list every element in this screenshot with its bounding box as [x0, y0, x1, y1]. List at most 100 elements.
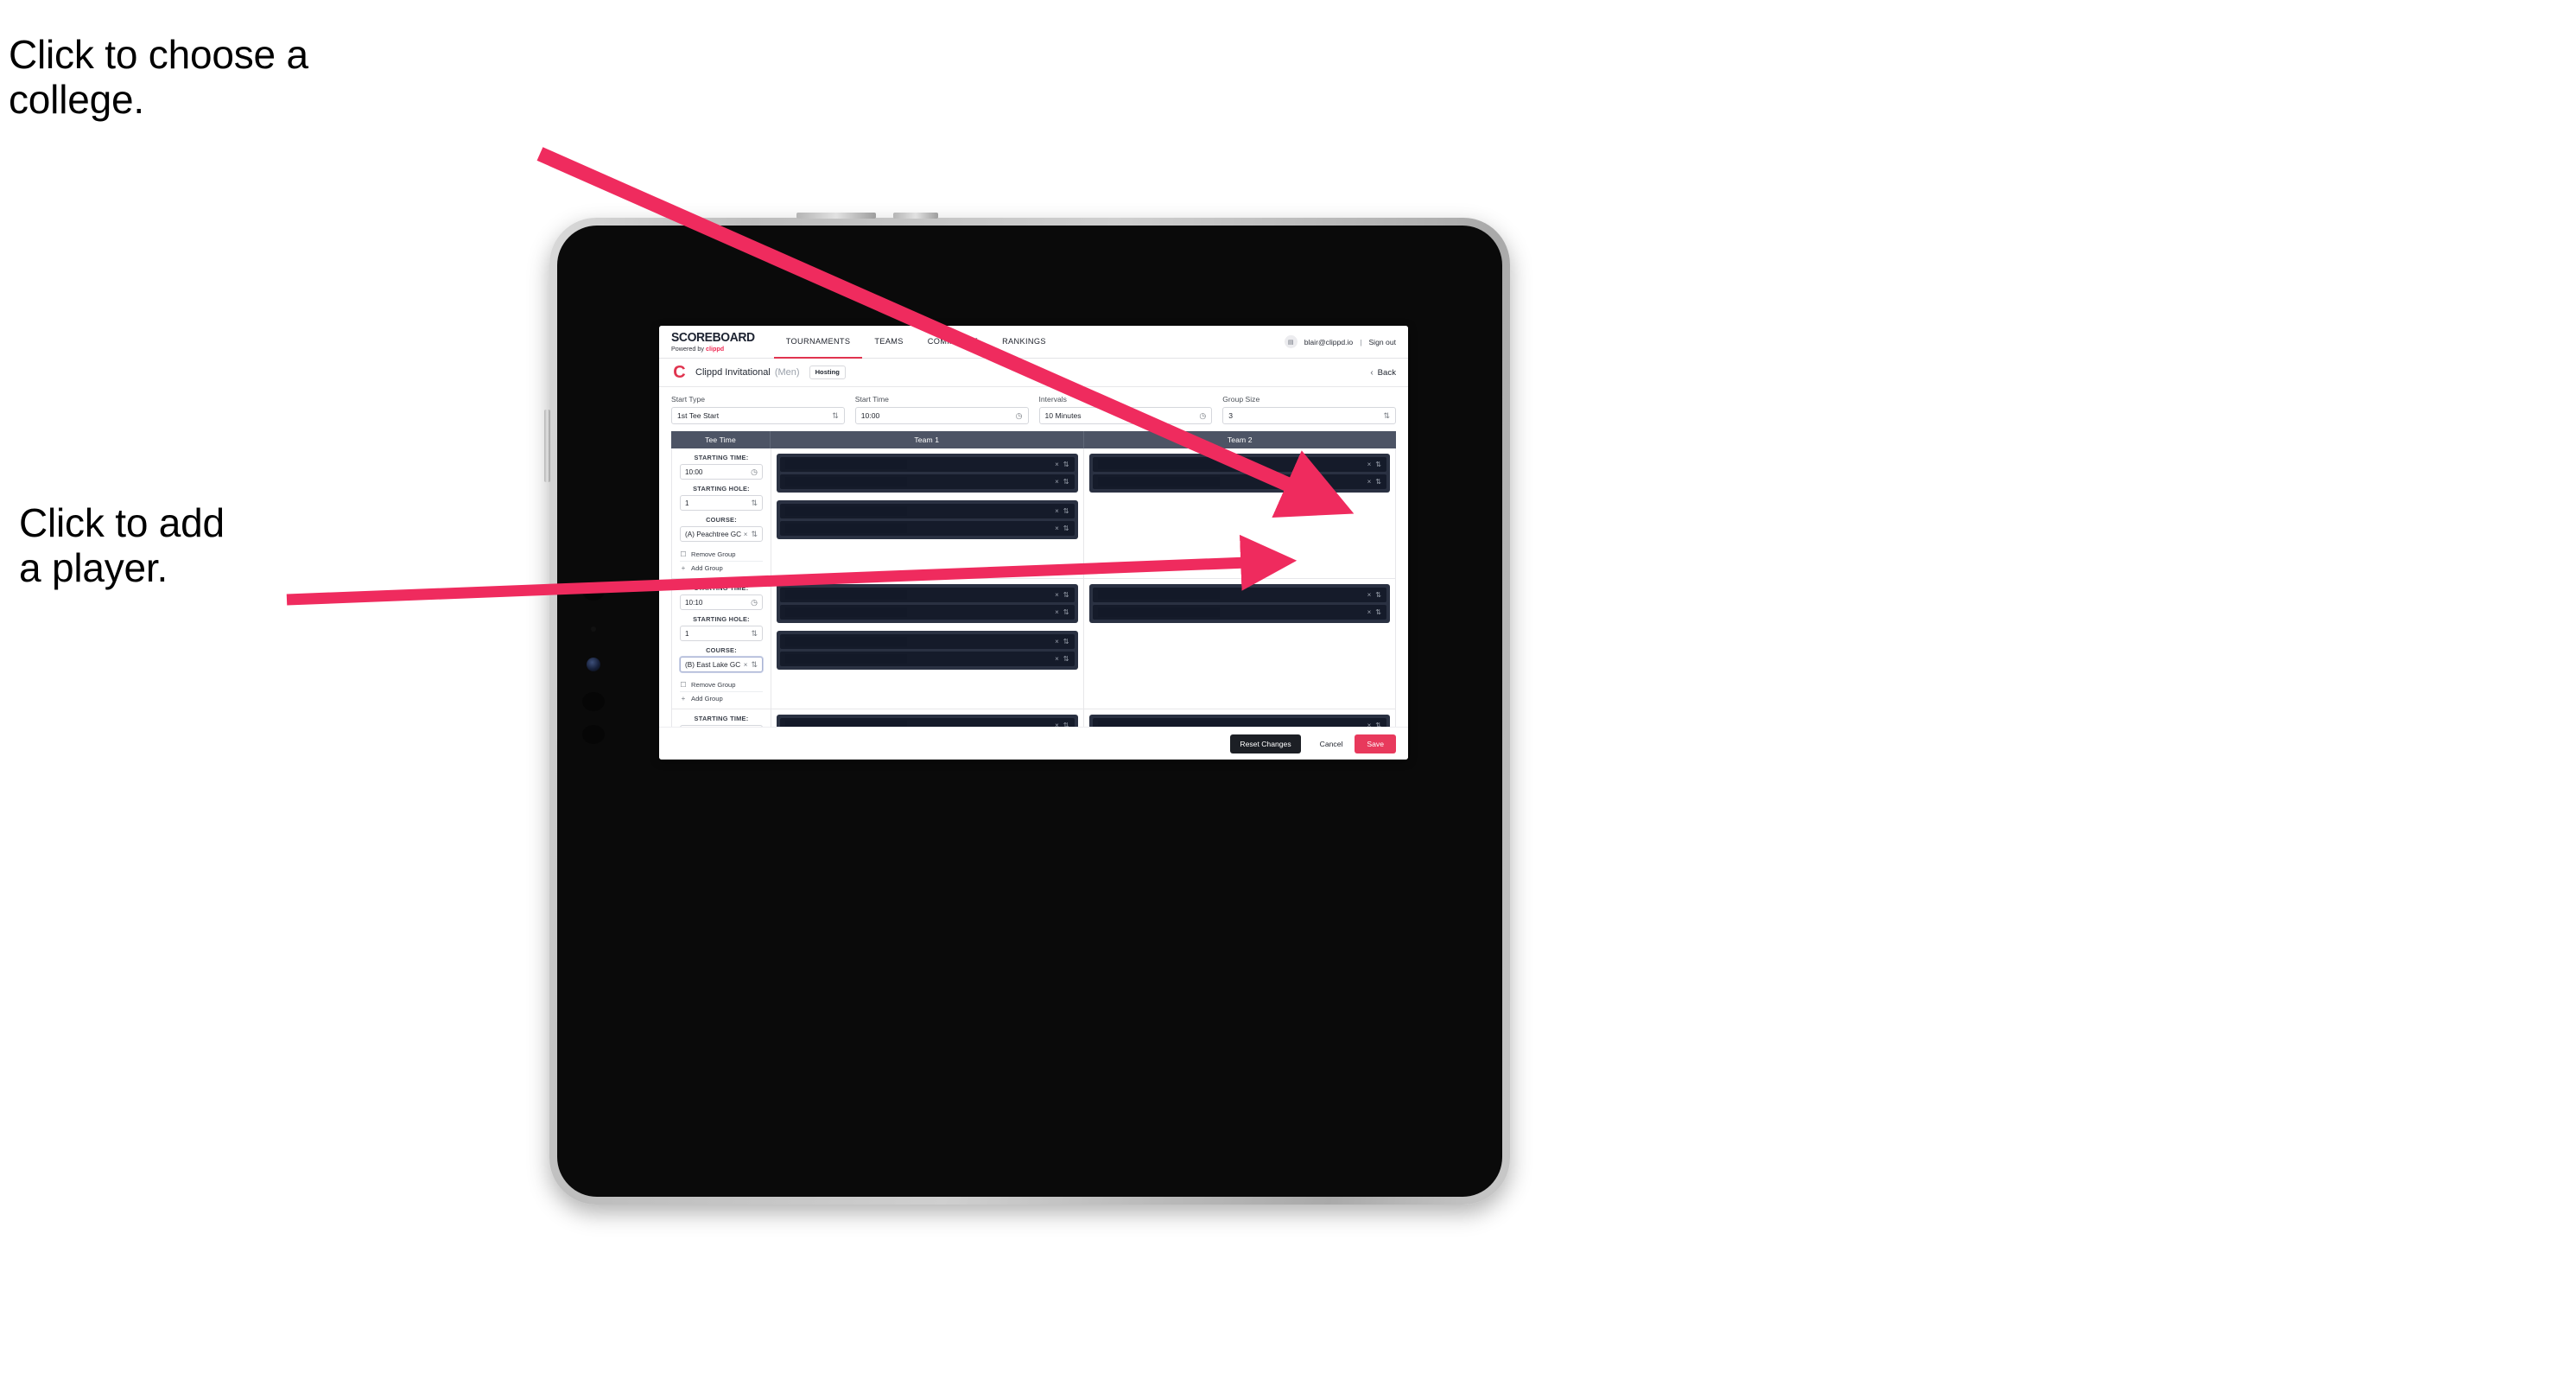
secondary-top-button[interactable] — [893, 213, 938, 219]
group-0-starting-hole-stepper-value: 1 — [685, 499, 689, 507]
clear-icon[interactable]: × — [1367, 461, 1372, 468]
remove-group-button[interactable]: ☐ Remove Group — [680, 548, 763, 562]
chevron-updown-icon: ⇅ — [1063, 525, 1069, 532]
player-slot[interactable]: × ⇅ — [780, 504, 1075, 518]
group-size-stepper[interactable]: 3 ⇅ — [1222, 407, 1396, 424]
column-header-team-2: Team 2 — [1227, 436, 1253, 444]
remove-group-button[interactable]: ☐ Remove Group — [680, 678, 763, 692]
redacted-player-name — [785, 654, 908, 664]
group-0-starting-hole-stepper[interactable]: 1 ⇅ — [680, 495, 763, 511]
player-slot[interactable]: × ⇅ — [780, 634, 1075, 649]
chevron-updown-icon: ⇅ — [751, 529, 758, 538]
intervals-input[interactable]: 10 Minutes ◷ — [1038, 407, 1213, 424]
nav-item-committee[interactable]: COMMITTEE — [916, 326, 990, 359]
power-button[interactable] — [796, 213, 876, 219]
group-1-course-select[interactable]: (B) East Lake GC × ⇅ — [680, 657, 763, 672]
back-button[interactable]: ‹ Back — [1370, 368, 1396, 378]
nav-right-group: ▤ blair@clippd.io | Sign out — [1284, 326, 1408, 358]
status-badge: Hosting — [809, 366, 846, 379]
start-type-select[interactable]: 1st Tee Start ⇅ — [671, 407, 845, 424]
camera-lens-icon — [587, 658, 600, 671]
clear-icon[interactable]: × — [1367, 608, 1372, 616]
player-slot[interactable]: × ⇅ — [780, 474, 1075, 489]
clear-icon[interactable]: × — [1055, 591, 1059, 599]
column-header-tee-time: Tee Time — [671, 431, 771, 448]
redacted-player-name — [785, 524, 908, 533]
group-1-starting-hole-stepper-value: 1 — [685, 629, 689, 638]
clear-icon[interactable]: × — [1055, 655, 1059, 663]
clear-icon[interactable]: × — [1055, 638, 1059, 645]
start-time-input[interactable]: 10:00 ◷ — [854, 407, 1029, 424]
volume-button[interactable] — [544, 410, 550, 482]
group-0-starting-time-input-value: 10:00 — [685, 467, 703, 476]
group-0-starting-time-input[interactable]: 10:00 ◷ — [680, 464, 763, 480]
sensor-icon — [591, 626, 596, 632]
settings-row: Start Type 1st Tee Start ⇅ Start Time 10… — [659, 387, 1408, 431]
add-group-button[interactable]: + Add Group — [680, 692, 763, 705]
avatar[interactable]: ▤ — [1284, 335, 1298, 348]
group-1-team-1-cell-card-1: × ⇅ × ⇅ — [777, 584, 1078, 623]
group-0-team-2-cell: × ⇅ × ⇅ — [1084, 448, 1396, 578]
plus-icon: + — [681, 564, 686, 572]
clock-icon: ◷ — [751, 597, 758, 607]
chevron-updown-icon: ⇅ — [751, 659, 758, 669]
player-slot[interactable]: × ⇅ — [1092, 605, 1386, 620]
brand-sub-prefix: Powered by — [671, 345, 706, 353]
save-button[interactable]: Save — [1355, 734, 1396, 753]
field-label-start-type: Start Type — [671, 395, 706, 404]
group-1-course-label: COURSE: — [706, 646, 737, 654]
redacted-player-name — [785, 506, 908, 516]
player-slot[interactable]: × ⇅ — [1092, 588, 1386, 602]
group-1-starting-time-input-value: 10:10 — [685, 598, 703, 607]
cancel-button[interactable]: Cancel — [1308, 734, 1355, 753]
back-label: Back — [1377, 367, 1396, 378]
player-slot[interactable]: × ⇅ — [1092, 474, 1386, 489]
start-type-value: 1st Tee Start — [677, 411, 720, 420]
group-1-starting-time-input[interactable]: 10:10 ◷ — [680, 594, 763, 610]
clear-icon[interactable]: × — [1055, 461, 1059, 468]
player-slot[interactable]: × ⇅ — [780, 521, 1075, 536]
footer-actions: Reset Changes Cancel Save — [659, 727, 1408, 760]
group-0-course-select[interactable]: (A) Peachtree GC × ⇅ — [680, 526, 763, 542]
player-slot[interactable]: × ⇅ — [780, 457, 1075, 472]
clear-icon[interactable]: × — [1367, 478, 1372, 486]
field-start-time: Start Time 10:00 ◷ — [854, 395, 1029, 424]
nav-item-rankings[interactable]: RANKINGS — [990, 326, 1058, 359]
chevron-updown-icon: ⇅ — [1375, 478, 1381, 486]
chevron-left-icon: ‹ — [1370, 367, 1374, 378]
clear-icon[interactable]: × — [744, 661, 748, 669]
redacted-player-name — [785, 460, 908, 469]
clear-icon[interactable]: × — [1367, 591, 1372, 599]
player-slot[interactable]: × ⇅ — [1092, 718, 1386, 727]
player-slot[interactable]: × ⇅ — [780, 718, 1075, 727]
intervals-value: 10 Minutes — [1044, 411, 1082, 420]
sign-out-link[interactable]: Sign out — [1368, 338, 1396, 346]
player-slot[interactable]: × ⇅ — [780, 652, 1075, 666]
chevron-updown-icon: ⇅ — [1063, 461, 1069, 468]
player-slot[interactable]: × ⇅ — [1092, 457, 1386, 472]
add-group-button[interactable]: + Add Group — [680, 562, 763, 575]
redacted-player-name — [1097, 607, 1220, 617]
nav-item-tournaments[interactable]: TOURNAMENTS — [773, 326, 863, 359]
nav-item-teams[interactable]: TEAMS — [862, 326, 915, 359]
player-slot[interactable]: × ⇅ — [780, 588, 1075, 602]
group-2-team-1-cell-card-1: ×⇅×⇅ — [777, 715, 1078, 727]
trash-icon: ☐ — [680, 681, 687, 689]
camera-tertiary-icon — [582, 725, 605, 744]
reset-changes-button[interactable]: Reset Changes — [1230, 734, 1301, 753]
clear-icon[interactable]: × — [1055, 507, 1059, 515]
group-1-course-select-value: (B) East Lake GC — [685, 660, 741, 669]
clear-icon[interactable]: × — [1055, 478, 1059, 486]
group-0-team-1-cell-card-1: × ⇅ × ⇅ — [777, 454, 1078, 493]
clear-icon[interactable]: × — [1055, 608, 1059, 616]
clear-icon[interactable]: × — [744, 531, 748, 538]
clear-icon[interactable]: × — [1055, 525, 1059, 532]
player-slot[interactable]: × ⇅ — [780, 605, 1075, 620]
tablet-device: SCOREBOARD Powered by clippd TOURNAMENTS… — [544, 213, 1510, 1205]
group-size-value: 3 — [1228, 411, 1234, 420]
brand-logo[interactable]: SCOREBOARD Powered by clippd — [671, 326, 774, 358]
group-1-starting-hole-stepper[interactable]: 1 ⇅ — [680, 626, 763, 641]
camera-icon — [582, 582, 605, 601]
table-header-row: Tee Time Team 1 Team 2 — [671, 431, 1396, 448]
chevron-updown-icon: ⇅ — [1383, 410, 1390, 420]
